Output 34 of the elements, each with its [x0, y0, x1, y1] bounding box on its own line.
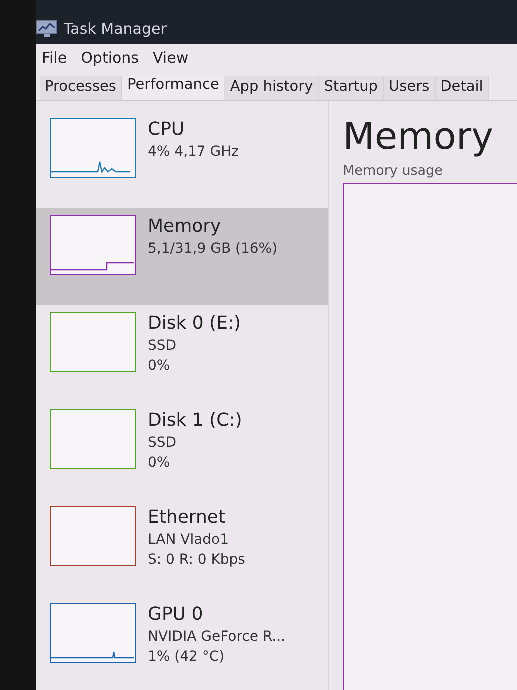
sidebar-item[interactable]: Ethernet LAN Vlado1 S: 0 R: 0 Kbps [36, 499, 328, 596]
sidebar-item[interactable]: Disk 1 (C:) SSD 0% [36, 402, 328, 499]
item-detail: 0% [148, 357, 172, 376]
item-detail: 0% [148, 454, 172, 473]
panel-title: Memory [343, 115, 494, 159]
item-detail: NVIDIA GeForce R... [148, 628, 286, 647]
item-detail: SSD [148, 337, 178, 356]
tab[interactable]: App history [225, 76, 320, 100]
window-title: Task Manager [64, 20, 167, 38]
item-detail: LAN Vlado1 [148, 531, 230, 550]
graph-label: Memory usage [343, 163, 444, 179]
tab[interactable]: Detail [436, 76, 490, 100]
menu-item[interactable]: View [153, 49, 189, 67]
item-name: GPU 0 [148, 603, 204, 627]
tab[interactable]: Processes [40, 76, 122, 100]
item-detail: 5,1/31,9 GB (16%) [148, 240, 278, 259]
task-manager-icon [36, 20, 58, 38]
item-name: CPU [148, 118, 186, 142]
sidebar-item[interactable]: Disk 0 (E:) SSD 0% [36, 305, 328, 402]
item-name: Disk 0 (E:) [148, 312, 242, 336]
tab[interactable]: Startup [319, 76, 384, 100]
item-name: Disk 1 (C:) [148, 409, 242, 433]
menu-item[interactable]: Options [81, 49, 139, 67]
sidebar-item[interactable]: CPU 4% 4,17 GHz [36, 111, 328, 208]
sidebar-item[interactable]: GPU 0 NVIDIA GeForce R... 1% (42 °C) [36, 596, 328, 690]
sidebar-item[interactable]: Memory 5,1/31,9 GB (16%) [36, 208, 328, 305]
item-detail: S: 0 R: 0 Kbps [148, 551, 246, 570]
item-detail: SSD [148, 434, 178, 453]
item-detail: 4% 4,17 GHz [148, 143, 240, 162]
item-name: Memory [148, 215, 222, 239]
menu-item[interactable]: File [42, 49, 68, 67]
tab[interactable]: Users [384, 76, 436, 100]
item-name: Ethernet [148, 506, 227, 530]
item-detail: 1% (42 °C) [148, 648, 226, 667]
